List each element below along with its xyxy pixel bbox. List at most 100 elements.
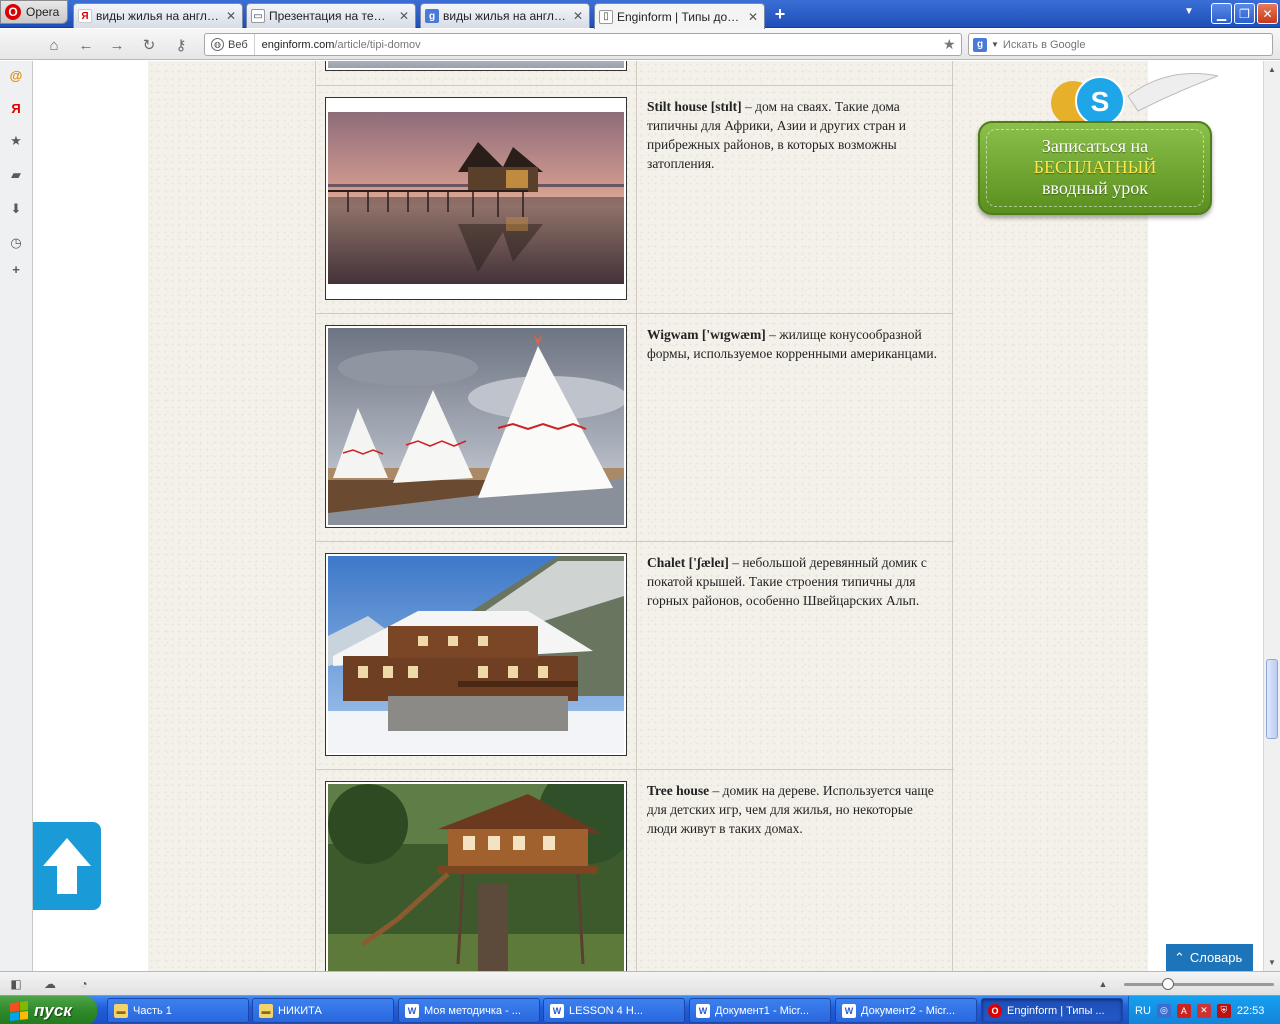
browser-tab-3[interactable]: g виды жилья на английс... ✕ [420,3,590,28]
word-icon: W [696,1003,710,1018]
new-tab-plus-icon[interactable]: + [769,5,791,25]
search-input[interactable] [1002,38,1243,51]
taskbar-item-active[interactable]: O Enginform | Типы ... [981,998,1123,1023]
close-tab-icon[interactable]: ✕ [746,10,760,24]
table-row: Stilt house [stɪlt] – дом на сваях. Таки… [315,86,954,314]
table-row: Wigwam ['wɪgwæm] – жилище конусообразной… [315,314,954,542]
tray-network-icon[interactable]: ◎ [1156,1003,1171,1018]
home-icon[interactable]: ⌂ [43,34,65,56]
close-tab-icon[interactable]: ✕ [397,9,411,23]
taskbar-item[interactable]: W Документ1 - Micr... [689,998,831,1023]
windows-taskbar: пуск ▬ Часть 1 ▬ НИКИТА W Моя методичка … [0,995,1280,1024]
notes-icon[interactable]: ▰ [8,167,24,183]
wigwam-photo [325,325,627,528]
google-search-engine-icon[interactable]: g [973,37,987,52]
globe-icon: ◍ [211,38,224,51]
url-path: /article/tipi-domov [334,38,421,51]
acrobat-tray-icon[interactable]: A [1176,1003,1191,1018]
taskbar-item-label: НИКИТА [278,1004,322,1017]
zoom-slider-knob[interactable] [1162,978,1174,990]
taskbar-item-label: Enginform | Типы ... [1007,1004,1105,1017]
speed-dial-icon[interactable]: ◔ [76,976,92,992]
turbo-cloud-icon[interactable]: ☁ [42,976,58,992]
add-panel-plus-icon[interactable]: + [8,261,24,277]
presentation-favicon-icon: ▭ [251,9,265,23]
forward-arrow-icon[interactable]: → [106,34,128,56]
zoom-slider[interactable] [1124,978,1274,990]
up-arrow-icon [43,838,91,894]
tab-title: Презентация на тему "... [269,9,393,23]
term: Stilt house [stɪlt] [647,99,742,114]
key-icon[interactable]: ⚷ [170,34,192,56]
free-lesson-signup-button[interactable]: Записаться на БЕСПЛАТНЫЙ вводный урок [978,121,1212,215]
tab-list-chevron-icon[interactable]: ▼ [1184,6,1194,17]
back-arrow-icon[interactable]: ← [75,34,97,56]
scroll-to-top-button[interactable] [33,822,101,910]
taskbar-item-label: Часть 1 [133,1004,172,1017]
address-bar[interactable]: ◍ Веб enginform.com/article/tipi-domov ★ [204,33,962,56]
taskbar-item[interactable]: ▬ НИКИТА [252,998,394,1023]
table-row-previous [315,61,954,86]
column-divider [636,86,637,313]
column-divider [636,542,637,769]
search-engine-dropdown-icon[interactable]: ▼ [991,40,999,49]
downloads-icon[interactable]: ⬇ [8,201,24,217]
language-indicator[interactable]: RU [1135,1005,1151,1017]
browser-toolbar: ⌂ ← → ↻ ⚷ ◍ Веб enginform.com/article/ti… [0,29,1280,60]
bookmark-star-icon[interactable]: ★ [943,36,961,53]
opera-icon: O [988,1003,1002,1018]
opera-menu-button[interactable]: O Opera [0,0,68,24]
column-divider [636,770,637,971]
restore-window-icon[interactable]: ❐ [1234,3,1255,24]
page-favicon-icon: ▯ [599,9,613,24]
close-window-icon[interactable]: ✕ [1257,3,1278,24]
panel-toggle-icon[interactable]: ◧ [8,976,24,992]
scroll-up-arrow-icon[interactable]: ▲ [1264,61,1280,77]
clock[interactable]: 22:53 [1237,1005,1265,1017]
google-favicon-icon: g [425,9,439,23]
free-lesson-promo: S Записаться на БЕСПЛАТНЫЙ вводный урок [978,71,1218,221]
scrollbar-thumb[interactable] [1266,659,1278,739]
taskbar-item[interactable]: ▬ Часть 1 [107,998,249,1023]
browser-tab-2[interactable]: ▭ Презентация на тему "... ✕ [246,3,416,28]
page-content: Stilt house [stɪlt] – дом на сваях. Таки… [148,61,1218,971]
url-text[interactable]: enginform.com/article/tipi-domov [255,39,943,51]
table-row: Chalet ['ʃæleɪ] – небольшой деревянный д… [315,542,954,770]
mail-at-icon[interactable]: @ [8,67,24,83]
opera-logo-icon: O [5,4,21,20]
browser-tab-1[interactable]: Я виды жилья на английс... ✕ [73,3,243,28]
chalet-description: Chalet ['ʃæleɪ] – небольшой деревянный д… [647,553,937,610]
close-tab-icon[interactable]: ✕ [571,9,585,23]
scroll-down-arrow-icon[interactable]: ▼ [1264,954,1280,970]
bookmarks-star-icon[interactable]: ★ [8,133,24,149]
zoom-menu-arrow-icon[interactable]: ▲ [1095,976,1111,992]
search-box[interactable]: g ▼ [968,33,1273,56]
taskbar-item[interactable]: W Моя методичка - ... [398,998,540,1023]
dictionary-button[interactable]: ⌃ Словарь [1166,944,1253,971]
security-badge[interactable]: ◍ Веб [205,34,255,55]
browser-tab-bar: O Opera Я виды жилья на английс... ✕ ▭ П… [0,0,1280,29]
vertical-scrollbar[interactable]: ▲ ▼ [1263,61,1280,971]
reload-icon[interactable]: ↻ [138,34,160,56]
stilt-house-image [328,112,624,284]
security-alert-icon[interactable]: ✕ [1196,1003,1211,1018]
stilt-house-description: Stilt house [stɪlt] – дом на сваях. Таки… [647,97,937,173]
antivirus-shield-icon[interactable]: ⛨ [1216,1003,1231,1018]
stilt-house-photo [325,97,627,300]
tab-title: виды жилья на английс... [443,9,567,23]
start-button[interactable]: пуск [0,996,97,1024]
minimize-window-icon[interactable]: ▁ [1211,3,1232,24]
yandex-icon[interactable]: Я [8,100,24,116]
tab-title: Enginform | Типы домов [617,9,742,24]
taskbar-item[interactable]: W LESSON 4 Н... [543,998,685,1023]
taskbar-item-label: Моя методичка - ... [424,1004,521,1017]
history-clock-icon[interactable]: ◷ [8,235,24,251]
taskbar-item[interactable]: W Документ2 - Micr... [835,998,977,1023]
tree-house-photo [325,781,627,971]
close-tab-icon[interactable]: ✕ [224,9,238,23]
previous-house-photo [325,61,627,71]
browser-status-bar: ◧ ☁ ◔ ▲ [0,971,1280,995]
double-chevron-up-icon: ⌃ [1174,949,1185,965]
promo-line-1: Записаться на [1041,136,1149,156]
browser-tab-4-active[interactable]: ▯ Enginform | Типы домов ✕ [594,3,765,29]
